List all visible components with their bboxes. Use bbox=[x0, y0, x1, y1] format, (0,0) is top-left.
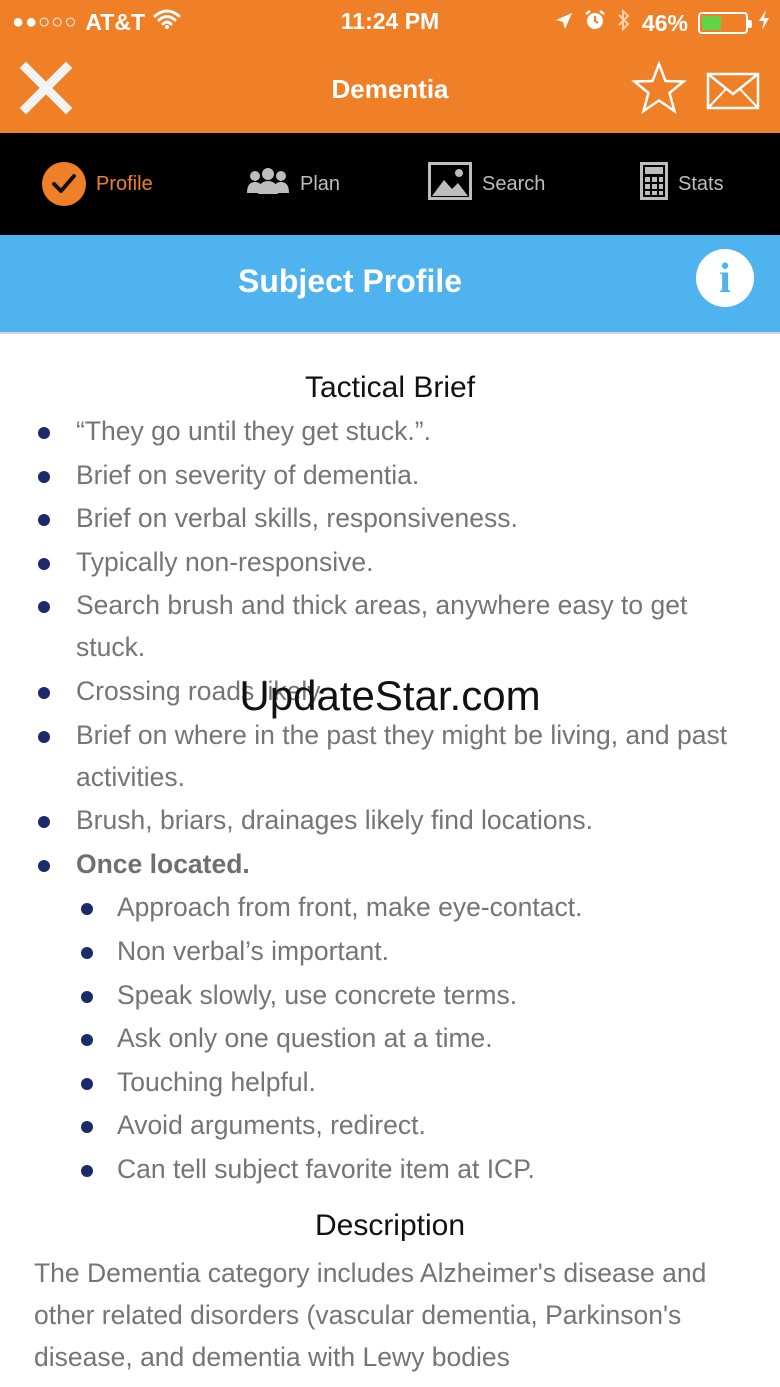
list-item: “They go until they get stuck.”. bbox=[38, 410, 750, 452]
list-item: Typically non-responsive. bbox=[38, 541, 750, 583]
charging-bolt-icon bbox=[758, 9, 770, 37]
tab-search[interactable]: Search bbox=[428, 133, 545, 235]
section-title: Subject Profile bbox=[237, 263, 463, 299]
description-text: The Dementia category includes Alzheimer… bbox=[34, 1257, 707, 1372]
tab-label: Search bbox=[482, 172, 546, 195]
list-item: Touching helpful. bbox=[81, 1061, 750, 1103]
list-item: Speak slowly, use concrete terms. bbox=[81, 974, 750, 1016]
envelope-icon bbox=[706, 72, 760, 114]
info-button[interactable]: i bbox=[696, 249, 754, 307]
favorite-button[interactable] bbox=[630, 60, 688, 118]
list-item: Ask only one question at a time. bbox=[81, 1017, 750, 1059]
status-bar: ●●○○○ AT&T 11:24 PM 46% bbox=[0, 0, 780, 44]
tab-stats[interactable]: Stats bbox=[640, 133, 724, 235]
list-item: Brush, briars, drainages likely find loc… bbox=[38, 799, 750, 841]
image-icon bbox=[428, 162, 472, 206]
checkmark-icon bbox=[42, 162, 86, 206]
watermark: UpdateStar.com bbox=[239, 672, 541, 719]
tab-label: Plan bbox=[300, 172, 341, 195]
list-item: Brief on verbal skills, responsiveness. bbox=[38, 497, 750, 539]
once-located-heading: Once located. bbox=[38, 843, 750, 885]
close-icon bbox=[18, 61, 74, 120]
info-icon: i bbox=[719, 256, 731, 302]
people-icon bbox=[246, 167, 290, 201]
tactical-brief-heading: Tactical Brief bbox=[304, 371, 476, 404]
location-arrow-icon bbox=[554, 10, 574, 37]
list-item: Search brush and thick areas, anywhere e… bbox=[38, 584, 750, 668]
top-bar: ●●○○○ AT&T 11:24 PM 46% Dementia bbox=[0, 0, 780, 133]
bluetooth-icon bbox=[616, 8, 632, 38]
tab-label: Profile bbox=[96, 172, 153, 195]
list-item: Non verbal’s important. bbox=[81, 930, 750, 972]
battery-icon bbox=[698, 12, 752, 34]
once-located-label: Once located. bbox=[76, 848, 250, 879]
tab-bar: Profile Plan Search Stats bbox=[0, 133, 780, 235]
list-item: Avoid arguments, redirect. bbox=[81, 1104, 750, 1146]
description-heading: Description bbox=[314, 1208, 466, 1242]
email-button[interactable] bbox=[706, 72, 760, 110]
list-item: Brief on where in the past they might be… bbox=[38, 714, 750, 798]
tab-profile[interactable]: Profile bbox=[42, 133, 153, 235]
list-item: Approach from front, make eye-contact. bbox=[81, 886, 750, 928]
tab-label: Stats bbox=[678, 172, 724, 195]
list-item: Can tell subject favorite item at ICP. bbox=[81, 1148, 750, 1190]
battery-percent: 46% bbox=[641, 9, 688, 36]
list-item: Brief on severity of dementia. bbox=[38, 454, 750, 496]
star-icon bbox=[630, 60, 688, 122]
calculator-icon bbox=[640, 162, 668, 206]
tactical-brief-list: “They go until they get stuck.”. Brief o… bbox=[0, 410, 780, 885]
alarm-clock-icon bbox=[584, 9, 606, 37]
profile-content[interactable]: Tactical Brief “They go until they get s… bbox=[0, 334, 780, 1387]
section-header: Subject Profile bbox=[0, 235, 780, 332]
tab-plan[interactable]: Plan bbox=[246, 133, 340, 235]
once-located-list: Approach from front, make eye-contact. N… bbox=[76, 886, 780, 1190]
